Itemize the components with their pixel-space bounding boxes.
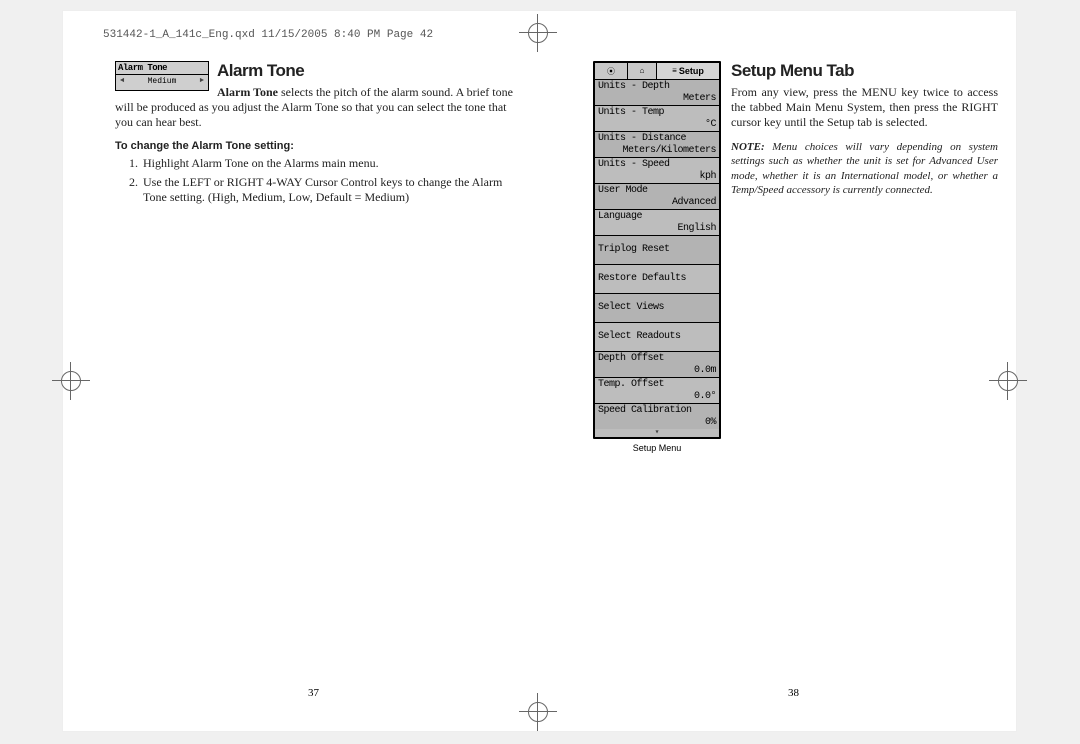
lcd-row: Units - Speedkph xyxy=(595,158,719,184)
row-value: °C xyxy=(598,119,716,131)
crop-mark-right xyxy=(998,371,1018,396)
right-page: ⦿ ⌂ ≡ Setup Units - DepthMeters Units - … xyxy=(593,61,998,457)
page-number-right: 38 xyxy=(788,687,799,699)
lcd-row: Temp. Offset0.0° xyxy=(595,378,719,404)
lcd-row: Units - DistanceMeters/Kilometers xyxy=(595,132,719,158)
lcd-row: Depth Offset0.0m xyxy=(595,352,719,378)
change-setting-subhead: To change the Alarm Tone setting: xyxy=(115,140,525,152)
intro-rest: selects the pitch of the alarm sound. A … xyxy=(115,85,513,129)
row-value: Meters/Kilometers xyxy=(598,145,716,157)
lcd-row: LanguageEnglish xyxy=(595,210,719,236)
row-value: 0% xyxy=(598,417,716,429)
note-bold: NOTE: xyxy=(731,141,765,153)
step-text: Highlight Alarm Tone on the Alarms main … xyxy=(143,156,379,171)
lcd-footer-arrow: ▾ xyxy=(595,429,719,437)
lcd-row: Select Readouts xyxy=(595,323,719,352)
lcd-tab-2: ⌂ xyxy=(628,63,657,79)
list-item: 1. Highlight Alarm Tone on the Alarms ma… xyxy=(129,156,525,171)
row-label: Depth Offset xyxy=(598,353,716,365)
setup-note: NOTE: Menu choices will vary depending o… xyxy=(731,140,998,197)
row-value: 0.0° xyxy=(598,391,716,403)
crop-mark-bottom xyxy=(528,702,548,727)
lcd-row: User ModeAdvanced xyxy=(595,184,719,210)
setup-menu-lcd-wrap: ⦿ ⌂ ≡ Setup Units - DepthMeters Units - … xyxy=(593,61,721,453)
row-label: Units - Temp xyxy=(598,107,716,119)
step-number: 2. xyxy=(129,175,143,205)
lcd-tab-setup: ≡ Setup xyxy=(657,63,719,79)
crop-mark-left xyxy=(61,371,81,396)
section-heading-setup: Setup Menu Tab xyxy=(731,61,998,81)
lcd-row: Restore Defaults xyxy=(595,265,719,294)
tab-label: Setup xyxy=(679,66,704,76)
row-label: Restore Defaults xyxy=(598,273,686,285)
tab-prefix-icon: ≡ xyxy=(672,67,677,76)
lcd-row: Triplog Reset xyxy=(595,236,719,265)
intro-bold: Alarm Tone xyxy=(217,85,278,99)
manual-page-spread: 531442-1_A_141c_Eng.qxd 11/15/2005 8:40 … xyxy=(62,10,1017,732)
print-header: 531442-1_A_141c_Eng.qxd 11/15/2005 8:40 … xyxy=(103,29,433,41)
row-label: Temp. Offset xyxy=(598,379,716,391)
row-value: 0.0m xyxy=(598,365,716,377)
lcd-tab-row: ⦿ ⌂ ≡ Setup xyxy=(595,63,719,80)
list-item: 2. Use the LEFT or RIGHT 4-WAY Cursor Co… xyxy=(129,175,525,205)
lcd-caption: Setup Menu xyxy=(593,443,721,453)
row-label: Select Views xyxy=(598,302,664,314)
alarm-tone-lcd: Alarm Tone Medium xyxy=(115,61,209,91)
row-value: Meters xyxy=(598,93,716,105)
lcd-row: Units - DepthMeters xyxy=(595,80,719,106)
crop-mark-top xyxy=(528,23,548,48)
lcd-title: Alarm Tone xyxy=(116,62,208,75)
lcd-row: Speed Calibration0% xyxy=(595,404,719,429)
alarm-tone-intro: Alarm Tone selects the pitch of the alar… xyxy=(115,85,525,130)
setup-menu-lcd: ⦿ ⌂ ≡ Setup Units - DepthMeters Units - … xyxy=(593,61,721,439)
row-label: Triplog Reset xyxy=(598,244,670,256)
left-page: Alarm Tone Medium Alarm Tone Alarm Tone … xyxy=(115,61,525,209)
row-label: User Mode xyxy=(598,185,716,197)
lcd-row: Units - Temp°C xyxy=(595,106,719,132)
row-value: Advanced xyxy=(598,197,716,209)
row-value: kph xyxy=(598,171,716,183)
lcd-row: Select Views xyxy=(595,294,719,323)
row-label: Speed Calibration xyxy=(598,405,716,417)
setup-intro: From any view, press the MENU key twice … xyxy=(731,85,998,130)
lcd-tab-1: ⦿ xyxy=(595,63,628,79)
row-label: Select Readouts xyxy=(598,331,681,343)
page-number-left: 37 xyxy=(308,687,319,699)
note-rest: Menu choices will vary depending on syst… xyxy=(731,141,998,196)
lcd-value: Medium xyxy=(116,75,208,88)
row-label: Units - Speed xyxy=(598,159,716,171)
row-label: Language xyxy=(598,211,716,223)
step-number: 1. xyxy=(129,156,143,171)
lcd-rows: Units - DepthMeters Units - Temp°C Units… xyxy=(595,80,719,437)
row-label: Units - Distance xyxy=(598,133,716,145)
step-text: Use the LEFT or RIGHT 4-WAY Cursor Contr… xyxy=(143,175,525,205)
row-label: Units - Depth xyxy=(598,81,716,93)
row-value: English xyxy=(598,223,716,235)
steps-list: 1. Highlight Alarm Tone on the Alarms ma… xyxy=(129,156,525,205)
